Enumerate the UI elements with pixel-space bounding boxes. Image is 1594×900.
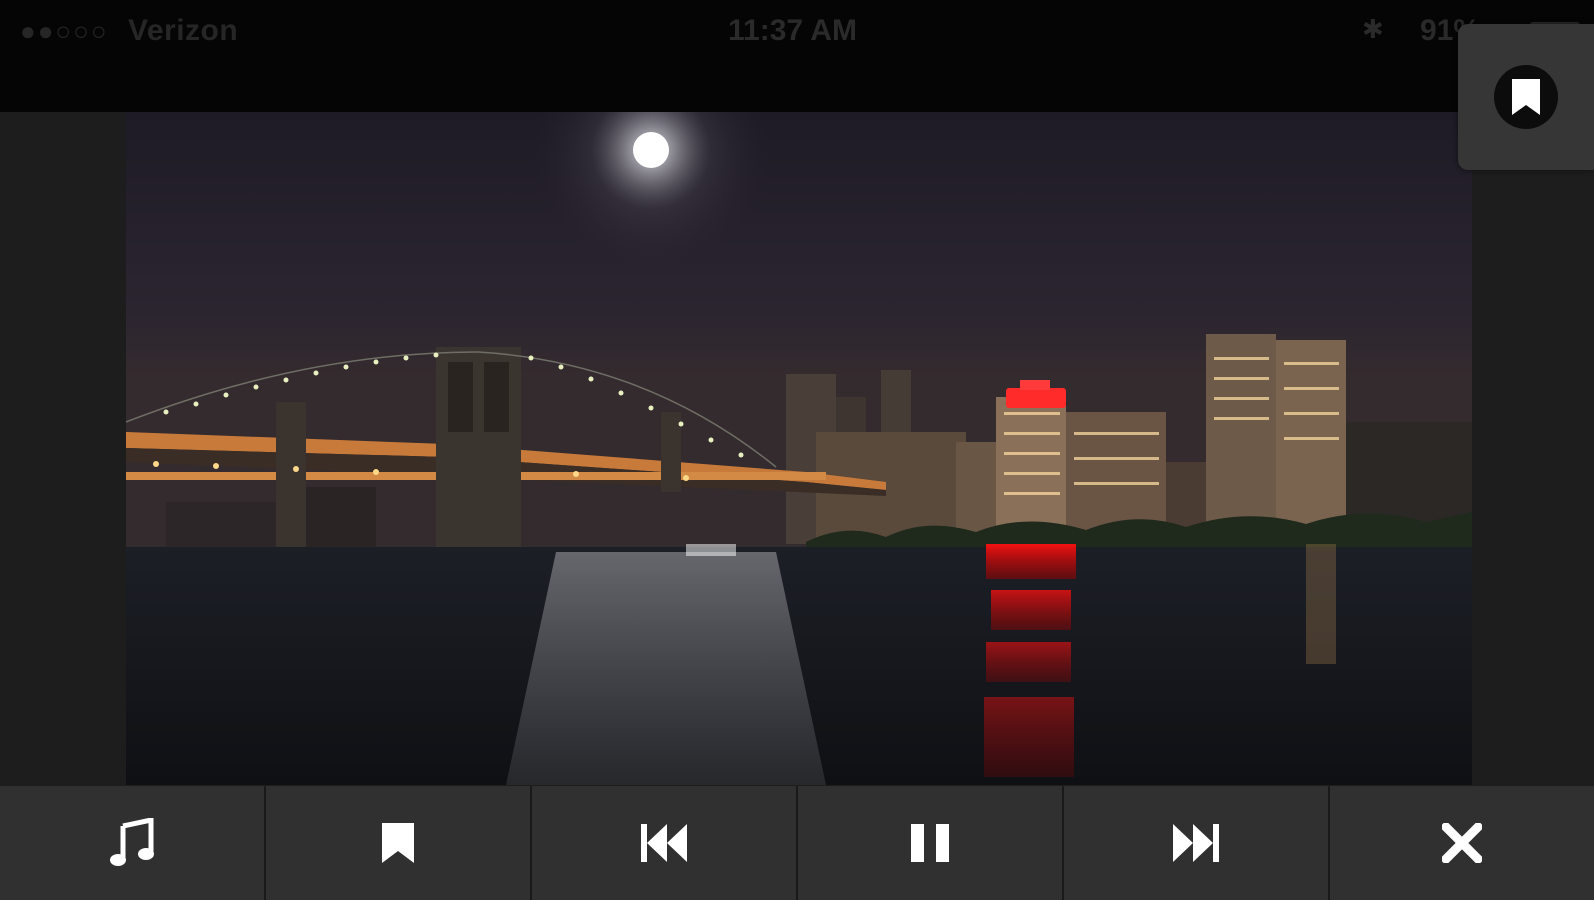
status-time: 11:37 AM bbox=[728, 14, 857, 47]
bluetooth-icon: ✱ bbox=[1362, 14, 1384, 44]
previous-button[interactable] bbox=[530, 786, 796, 900]
slideshow-photo bbox=[126, 112, 1472, 785]
signal-strength: ●●○○○ bbox=[20, 16, 109, 46]
next-button[interactable] bbox=[1062, 786, 1328, 900]
pause-icon bbox=[911, 824, 949, 862]
bookmark-icon bbox=[382, 823, 414, 863]
pause-button[interactable] bbox=[796, 786, 1062, 900]
close-icon bbox=[1442, 823, 1482, 863]
close-button[interactable] bbox=[1328, 786, 1594, 900]
bookmark-button[interactable] bbox=[264, 786, 530, 900]
music-button[interactable] bbox=[0, 786, 264, 900]
bookmark-icon bbox=[1494, 65, 1558, 129]
skip-next-icon bbox=[1173, 824, 1219, 862]
status-bar: ●●○○○ Verizon 11:37 AM ✱ 91% bbox=[0, 0, 1594, 112]
app-screen: ●●○○○ Verizon 11:37 AM ✱ 91% bbox=[0, 0, 1594, 900]
carrier-name: Verizon bbox=[128, 14, 239, 47]
floating-bookmark-button[interactable] bbox=[1458, 24, 1594, 170]
skip-previous-icon bbox=[641, 824, 687, 862]
bottom-toolbar bbox=[0, 786, 1594, 900]
music-note-icon bbox=[110, 818, 154, 866]
